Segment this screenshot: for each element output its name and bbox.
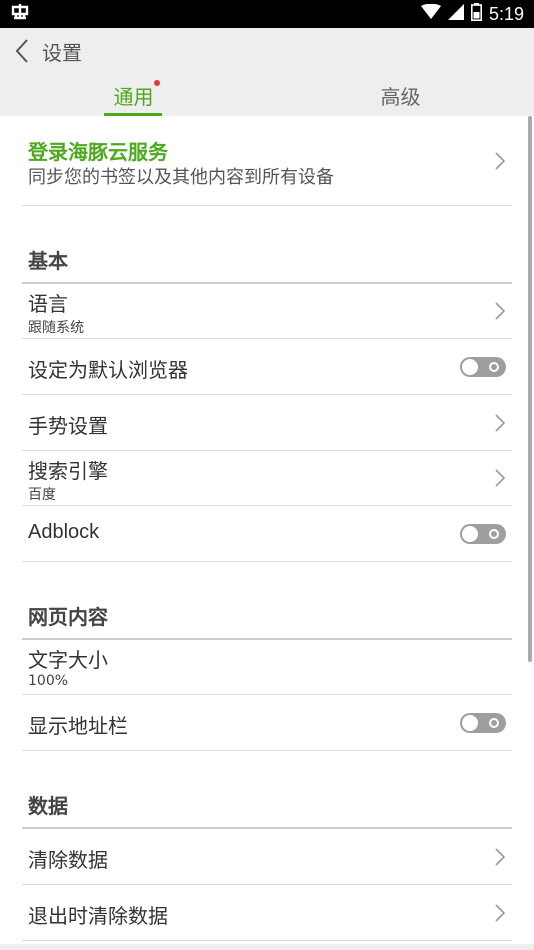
bug-icon	[10, 2, 30, 27]
tab-advanced[interactable]: 高级	[267, 74, 534, 116]
section-title-data: 数据	[28, 794, 68, 818]
setting-show-address-bar-label: 显示地址栏	[28, 714, 128, 738]
setting-adblock-label: Adblock	[28, 521, 100, 543]
section-header-basic: 基本	[22, 206, 512, 284]
toggle-off-indicator	[489, 361, 499, 372]
login-title: 登录海豚云服务	[28, 140, 168, 164]
adblock-toggle[interactable]	[460, 523, 506, 544]
toggle-knob	[462, 714, 478, 731]
back-button[interactable]	[2, 28, 42, 74]
setting-text-size-value: 100%	[28, 673, 69, 689]
setting-default-browser: 设定为默认浏览器	[22, 339, 512, 395]
section-header-web: 网页内容	[22, 562, 512, 640]
setting-language-label: 语言	[28, 292, 68, 316]
setting-search-engine[interactable]: 搜索引擎 百度	[22, 451, 512, 506]
chevron-right-icon	[495, 414, 506, 432]
chevron-right-icon	[495, 848, 506, 866]
setting-clear-on-exit-label: 退出时清除数据	[28, 904, 168, 928]
setting-clear-data-label: 清除数据	[28, 848, 108, 872]
setting-show-address-bar: 显示地址栏	[22, 695, 512, 751]
toggle-knob	[462, 358, 478, 375]
login-cloud-row[interactable]: 登录海豚云服务 同步您的书签以及其他内容到所有设备	[22, 116, 512, 206]
chevron-right-icon	[495, 302, 506, 320]
chevron-left-icon	[15, 39, 28, 63]
section-header-data: 数据	[22, 751, 512, 829]
toggle-knob	[462, 525, 478, 542]
toggle-off-indicator	[489, 528, 499, 539]
chevron-right-icon	[495, 904, 506, 922]
chevron-right-icon	[495, 469, 506, 487]
section-title-web: 网页内容	[28, 605, 108, 629]
section-title-basic: 基本	[28, 249, 68, 273]
setting-clear-on-exit[interactable]: 退出时清除数据	[22, 885, 512, 941]
address-bar-toggle[interactable]	[460, 712, 506, 733]
chevron-right-icon	[495, 152, 506, 170]
tab-bar: 通用 高级	[0, 74, 534, 116]
setting-search-engine-value: 百度	[28, 487, 56, 503]
login-subtitle: 同步您的书签以及其他内容到所有设备	[28, 167, 334, 188]
setting-search-engine-label: 搜索引擎	[28, 459, 108, 483]
app-bar: 设置 通用 高级	[0, 28, 534, 116]
status-bar: 5:19	[0, 0, 534, 28]
setting-clear-data[interactable]: 清除数据	[22, 829, 512, 885]
battery-icon	[470, 3, 482, 25]
setting-text-size[interactable]: 文字大小 100%	[22, 640, 512, 695]
bottom-edge	[0, 944, 534, 950]
scrollbar[interactable]	[528, 116, 532, 662]
setting-text-size-label: 文字大小	[28, 648, 108, 672]
setting-gesture-label: 手势设置	[28, 414, 108, 438]
wifi-icon	[420, 3, 441, 24]
tab-general-label: 通用	[113, 84, 154, 109]
clock: 5:19	[488, 3, 524, 24]
settings-list: 登录海豚云服务 同步您的书签以及其他内容到所有设备 基本 语言 跟随系统 设定为…	[0, 116, 534, 950]
setting-language-value: 跟随系统	[28, 320, 84, 336]
page-title: 设置	[42, 40, 82, 65]
notification-dot-icon	[154, 80, 160, 86]
tab-general[interactable]: 通用	[0, 74, 267, 116]
signal-icon	[447, 4, 464, 24]
setting-adblock: Adblock	[22, 506, 512, 562]
title-row: 设置	[0, 28, 534, 74]
setting-gesture[interactable]: 手势设置	[22, 395, 512, 451]
tab-advanced-label: 高级	[380, 84, 421, 109]
setting-default-browser-label: 设定为默认浏览器	[28, 358, 188, 382]
setting-language[interactable]: 语言 跟随系统	[22, 284, 512, 339]
default-browser-toggle[interactable]	[460, 356, 506, 377]
toggle-off-indicator	[489, 717, 499, 728]
